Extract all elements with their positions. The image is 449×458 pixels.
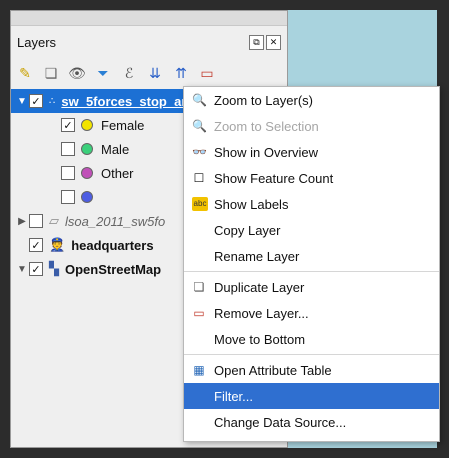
- menu-item-label: Remove Layer...: [214, 305, 309, 321]
- menu-item-label: Zoom to Selection: [214, 118, 319, 134]
- menu-item-label: Zoom to Layer(s): [214, 92, 313, 108]
- menu-item-label: Filter...: [214, 388, 254, 404]
- menu-item-copy-layer[interactable]: Copy Layer: [184, 217, 439, 243]
- menu-item-remove-layer[interactable]: ▭ Remove Layer...: [184, 300, 439, 326]
- menu-item-rename-layer[interactable]: Rename Layer: [184, 243, 439, 269]
- zoom-icon: 🔍: [192, 119, 207, 133]
- category-checkbox[interactable]: [61, 190, 75, 204]
- close-panel-icon[interactable]: ✕: [266, 35, 281, 50]
- menu-item-label: Move to Bottom: [214, 331, 306, 347]
- labels-icon: abc: [192, 197, 208, 211]
- polygon-layer-icon: ▱: [49, 213, 59, 228]
- remove-layer-icon[interactable]: ▭: [197, 63, 217, 83]
- filter-legend-icon[interactable]: ⏷: [93, 63, 113, 83]
- layer-name: headquarters: [71, 237, 154, 253]
- collapse-arrow-icon[interactable]: ▼: [15, 96, 29, 107]
- menu-item-show-feature-count[interactable]: ☐ Show Feature Count: [184, 165, 439, 191]
- expand-all-icon[interactable]: ⇊: [145, 63, 165, 83]
- menu-item-zoom-to-layers[interactable]: 🔍 Zoom to Layer(s): [184, 87, 439, 113]
- overview-glasses-icon: 👓: [192, 145, 207, 159]
- layer-visibility-checkbox[interactable]: ✓: [29, 262, 43, 276]
- collapse-all-icon[interactable]: ⇈: [171, 63, 191, 83]
- menu-item-move-to-bottom[interactable]: Move to Bottom: [184, 326, 439, 352]
- layer-visibility-checkbox[interactable]: [29, 214, 43, 228]
- menu-item-zoom-to-selection[interactable]: 🔍 Zoom to Selection: [184, 113, 439, 139]
- layer-name: lsoa_2011_sw5fo: [65, 213, 166, 229]
- menu-item-label: Show in Overview: [214, 144, 319, 160]
- float-panel-icon[interactable]: ⧉: [249, 35, 264, 50]
- filter-by-expression-icon[interactable]: ℰ: [119, 63, 139, 83]
- category-color-swatch: [81, 119, 93, 131]
- menu-item-filter[interactable]: Filter...: [184, 383, 439, 409]
- layer-visibility-checkbox[interactable]: ✓: [29, 94, 43, 108]
- menu-item-label: Rename Layer: [214, 248, 300, 264]
- layer-context-menu: 🔍 Zoom to Layer(s) 🔍 Zoom to Selection 👓…: [183, 86, 440, 442]
- category-label: Male: [101, 141, 130, 157]
- category-checkbox[interactable]: ✓: [61, 118, 75, 132]
- table-icon: ▦: [193, 363, 205, 377]
- menu-item-label: Open Attribute Table: [214, 362, 332, 378]
- panel-title: Layers: [17, 35, 57, 50]
- open-layer-styling-icon[interactable]: ✎: [15, 63, 35, 83]
- raster-layer-icon: ▚: [49, 261, 59, 276]
- category-color-swatch: [81, 143, 93, 155]
- menu-item-show-in-overview[interactable]: 👓 Show in Overview: [184, 139, 439, 165]
- menu-item-duplicate-layer[interactable]: ❏ Duplicate Layer: [184, 274, 439, 300]
- menu-item-label: Show Feature Count: [214, 170, 334, 186]
- category-color-swatch: [81, 167, 93, 179]
- layer-name: OpenStreetMap: [65, 261, 162, 277]
- police-officer-icon: 👮: [49, 237, 66, 252]
- collapse-arrow-icon[interactable]: ▼: [15, 264, 29, 275]
- duplicate-icon: ❏: [193, 280, 205, 294]
- layers-toolbar: ✎ ❏ 👁 ⏷ ℰ ⇊ ⇈ ▭: [15, 61, 217, 85]
- menu-item-label: Change Data Source...: [214, 414, 347, 430]
- category-checkbox[interactable]: [61, 142, 75, 156]
- zoom-icon: 🔍: [192, 93, 207, 107]
- layer-visibility-checkbox[interactable]: ✓: [29, 238, 43, 252]
- checkbox-icon: ☐: [193, 171, 205, 185]
- menu-item-label: Show Labels: [214, 196, 289, 212]
- menu-item-open-attribute-table[interactable]: ▦ Open Attribute Table: [184, 357, 439, 383]
- category-label: Female: [101, 117, 145, 133]
- remove-icon: ▭: [193, 306, 205, 320]
- menu-item-show-labels[interactable]: abc Show Labels: [184, 191, 439, 217]
- menu-separator: [184, 271, 439, 272]
- menu-item-change-data-source[interactable]: Change Data Source...: [184, 409, 439, 435]
- menu-item-label: Copy Layer: [214, 222, 281, 238]
- panel-drag-strip[interactable]: [11, 11, 287, 26]
- category-checkbox[interactable]: [61, 166, 75, 180]
- menu-item-label: Duplicate Layer: [214, 279, 305, 295]
- manage-map-themes-icon[interactable]: 👁: [67, 63, 87, 83]
- category-label: Other: [101, 165, 134, 181]
- expand-arrow-icon[interactable]: ▶: [15, 216, 29, 227]
- layers-panel-header: Layers ⧉ ✕: [11, 31, 287, 55]
- point-layer-icon: ∴: [49, 95, 56, 107]
- menu-separator: [184, 354, 439, 355]
- add-group-icon[interactable]: ❏: [41, 63, 61, 83]
- category-color-swatch: [81, 191, 93, 203]
